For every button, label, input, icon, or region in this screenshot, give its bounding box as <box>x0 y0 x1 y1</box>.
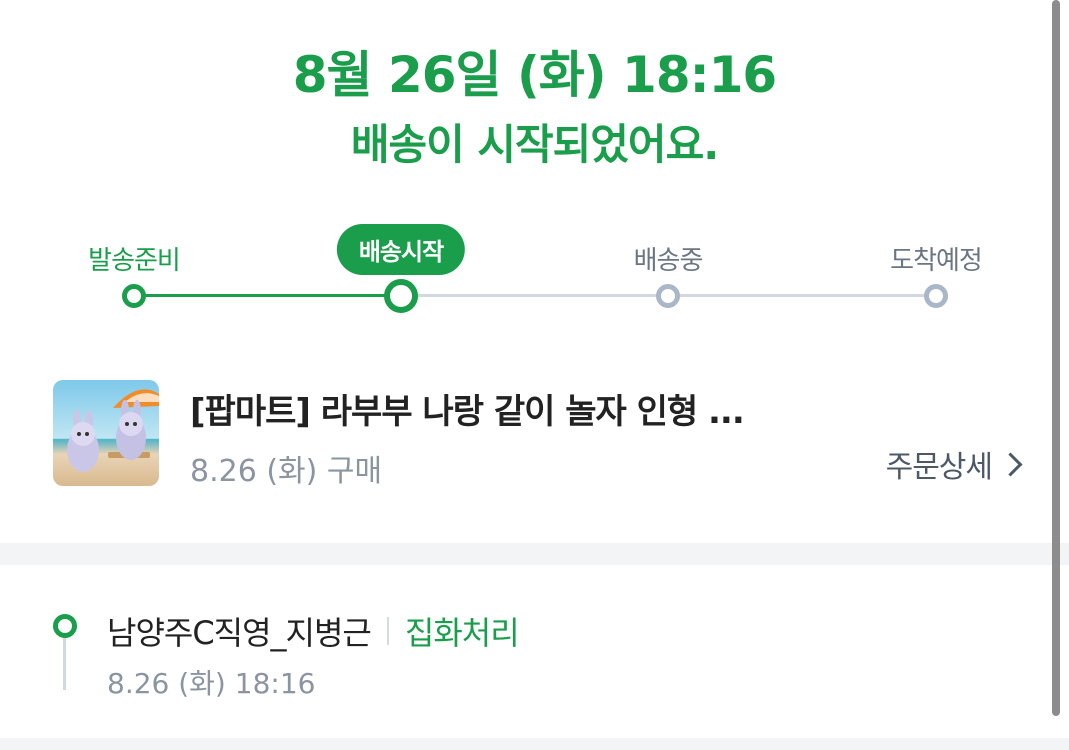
product-image <box>53 380 159 486</box>
progress-line-complete <box>134 294 401 297</box>
delivery-status-page: 8월 26일 (화) 18:16 배송이 시작되었어요. 발송준비 배송시작 배… <box>0 0 1069 750</box>
order-detail-label: 주문상세 <box>885 450 993 485</box>
step-label-in-transit: 배송중 <box>633 246 704 276</box>
delivery-message: 배송이 시작되었어요. <box>350 120 719 169</box>
tracking-time: 8.26 (화) 18:16 <box>107 667 316 700</box>
scrollbar[interactable] <box>1052 0 1060 716</box>
tracking-status: 집화처리 <box>404 614 520 652</box>
tracking-location: 남양주C직영_지병근 <box>107 614 372 652</box>
tracking-entry: 남양주C직영_지병근 집화처리 <box>107 608 520 654</box>
purchase-date: 8.26 (화) 구매 <box>190 454 383 489</box>
bottom-divider <box>0 738 1069 750</box>
delivery-date-time: 8월 26일 (화) 18:16 <box>292 46 777 104</box>
step-node-preparing <box>122 284 146 308</box>
order-detail-link[interactable]: 주문상세 <box>885 442 1023 486</box>
tracking-dot <box>53 614 77 638</box>
step-node-started <box>384 279 418 313</box>
delivery-header: 8월 26일 (화) 18:16 배송이 시작되었어요. <box>0 40 1069 180</box>
product-thumbnail[interactable] <box>53 380 159 486</box>
step-node-in-transit <box>656 284 680 308</box>
section-divider <box>0 543 1069 565</box>
product-title[interactable]: [팝마트] 라부부 나랑 같이 놀자 인형 ... <box>190 384 745 433</box>
tracking-separator <box>386 617 389 645</box>
step-node-arrival <box>924 284 948 308</box>
step-label-preparing: 발송준비 <box>88 246 181 276</box>
tracking-line <box>63 638 66 690</box>
chevron-right-icon <box>998 451 1023 477</box>
step-label-arrival: 도착예정 <box>890 246 983 276</box>
step-label-started: 배송시작 <box>336 224 466 275</box>
delivery-progress: 발송준비 배송시작 배송중 도착예정 <box>0 210 1069 330</box>
